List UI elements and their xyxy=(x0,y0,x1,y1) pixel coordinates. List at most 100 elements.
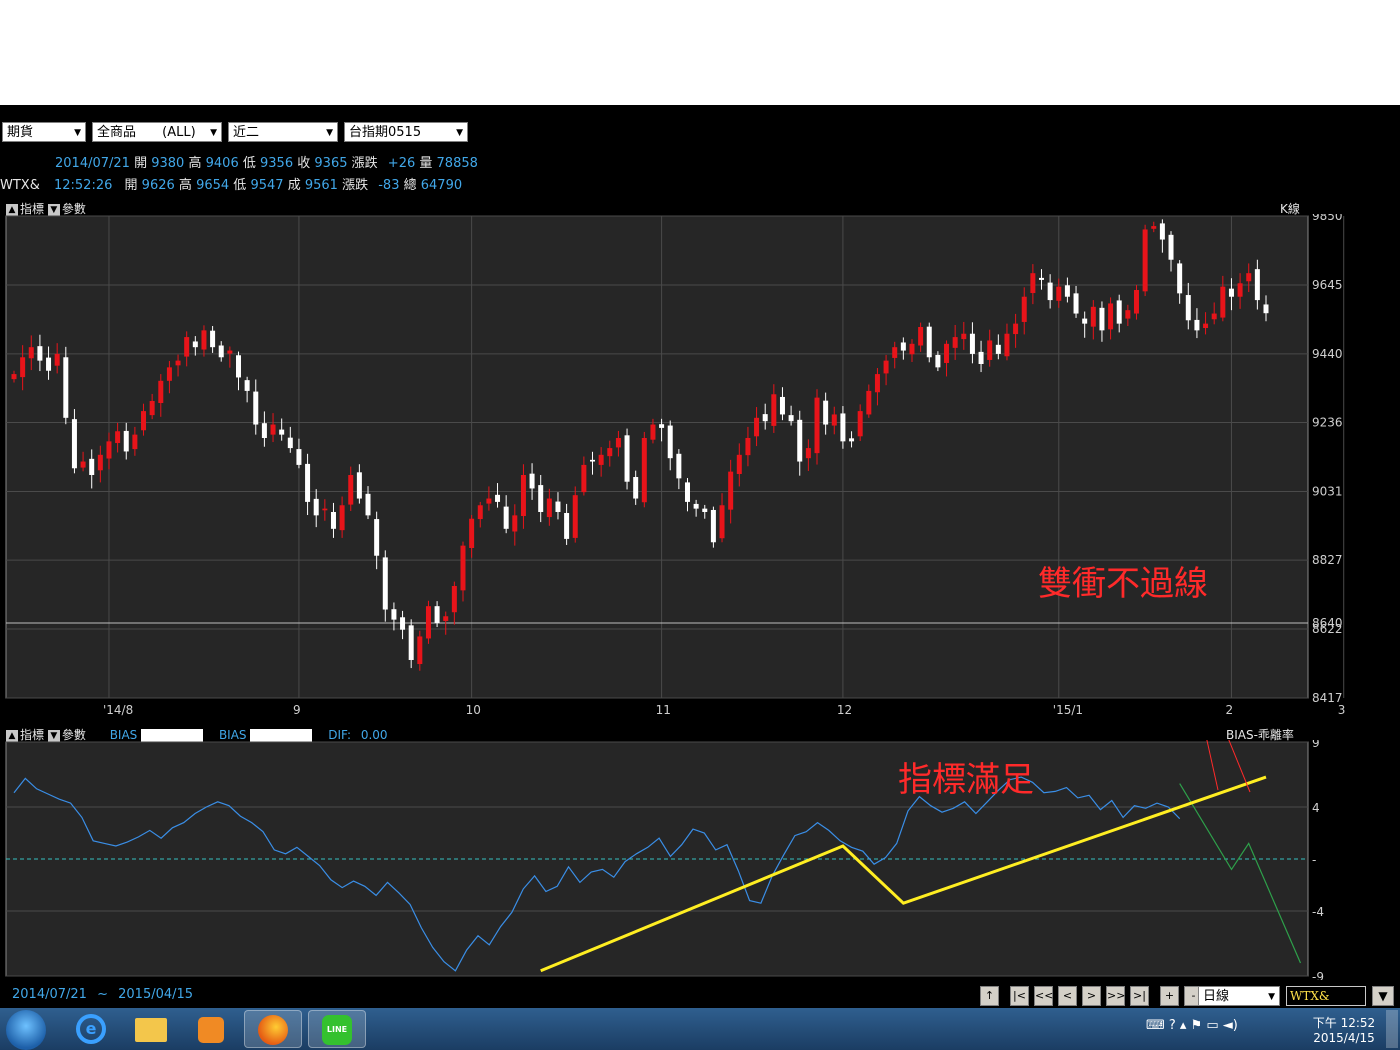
close-value: 9365 xyxy=(314,156,348,171)
candle-body xyxy=(71,419,77,469)
nav-button-5[interactable]: >> xyxy=(1106,986,1125,1006)
candle-body xyxy=(1237,283,1243,297)
kchart-ytick-label: 8622 xyxy=(1312,622,1343,636)
candle-body xyxy=(132,434,138,450)
nav-button-6[interactable]: >| xyxy=(1130,986,1149,1006)
candle-body xyxy=(1108,303,1114,330)
candle-body xyxy=(287,437,293,449)
candle-body xyxy=(719,505,725,539)
bias-ytick-label: -4 xyxy=(1312,905,1324,919)
candle-body xyxy=(374,519,380,556)
nav-button-1[interactable]: |< xyxy=(1010,986,1029,1006)
bias-ytick-label: 4 xyxy=(1312,801,1320,815)
candle-body xyxy=(20,357,26,378)
candle-body xyxy=(849,438,855,442)
candle-body xyxy=(667,425,673,459)
candle-body xyxy=(244,380,250,391)
candle-body xyxy=(296,449,302,465)
ie-icon[interactable]: e xyxy=(62,1010,120,1048)
candle-body xyxy=(486,498,492,504)
candle-body xyxy=(944,343,950,363)
show-desktop-button[interactable] xyxy=(1386,1010,1398,1048)
candle-body xyxy=(572,495,578,538)
nav-button-2[interactable]: << xyxy=(1034,986,1053,1006)
candle-body xyxy=(495,494,501,502)
nav-button-4[interactable]: > xyxy=(1082,986,1101,1006)
product-group-value: 全商品 xyxy=(97,125,137,140)
bias-ytick-label: 9 xyxy=(1312,740,1320,750)
candle-body xyxy=(771,394,777,426)
nav-button-7[interactable]: + xyxy=(1160,986,1179,1006)
candle-body xyxy=(451,585,457,613)
candle-body xyxy=(1246,273,1252,282)
total-label: 總 xyxy=(403,178,417,193)
symbol-input[interactable]: WTX& xyxy=(1286,986,1366,1006)
candle-body xyxy=(11,374,17,380)
chevron-down-icon: ▼ xyxy=(74,128,81,138)
candle-body xyxy=(659,424,665,428)
candle-body xyxy=(788,415,794,422)
clock[interactable]: 下午 12:52 2015/4/15 xyxy=(1312,1014,1376,1045)
candle-body xyxy=(149,400,155,416)
candle-body xyxy=(900,342,906,351)
candle-body xyxy=(348,474,354,505)
candle-body xyxy=(175,360,181,366)
candle-body xyxy=(1263,304,1269,314)
candle-body xyxy=(106,441,112,459)
nav-button-3[interactable]: < xyxy=(1058,986,1077,1006)
explorer-icon[interactable] xyxy=(122,1010,180,1048)
candle-body xyxy=(676,453,682,479)
contract-select[interactable]: 台指期0515 ▼ xyxy=(344,122,468,142)
market-select[interactable]: 期貨 ▼ xyxy=(2,122,86,142)
range-end: 2015/04/15 xyxy=(118,987,194,1002)
candle-body xyxy=(1125,310,1131,319)
indicator-annotation: 指標滿足 xyxy=(898,760,1034,800)
candle-body xyxy=(728,471,734,510)
month-select[interactable]: 近二 ▼ xyxy=(228,122,338,142)
candle-body xyxy=(710,509,716,543)
start-orb-icon[interactable] xyxy=(6,1010,46,1050)
period-select[interactable]: 日線 ▼ xyxy=(1198,986,1280,1006)
media-player-icon[interactable] xyxy=(182,1010,240,1048)
kchart-xtick-label: 9 xyxy=(293,703,301,717)
tray-icons[interactable]: ⌨ ? ▴ ⚑ ▭ ◄) xyxy=(1146,1018,1238,1033)
candle-body xyxy=(831,414,837,426)
candle-body xyxy=(969,333,975,354)
candle-body xyxy=(391,609,397,620)
candle-body xyxy=(512,515,518,532)
candle-body xyxy=(555,501,561,512)
candle-body xyxy=(529,473,535,489)
kchart-xtick-label: 11 xyxy=(656,703,671,717)
kchart-xtick-label: 10 xyxy=(466,703,481,717)
change-label: 漲跌 xyxy=(342,178,369,193)
quote-row-daily: 2014/07/21 開 9380 高 9406 低 9356 收 9365 漲… xyxy=(55,152,478,171)
clock-date: 2015/4/15 xyxy=(1313,1031,1375,1045)
kchart-xtick-label: '14/8 xyxy=(103,703,133,717)
last-label: 成 xyxy=(287,178,301,193)
candle-body xyxy=(1090,306,1096,327)
candle-body xyxy=(909,343,915,355)
last-value: 9561 xyxy=(304,178,338,193)
nav-button-0[interactable]: ↑ xyxy=(980,986,999,1006)
quote-time: 12:52:26 xyxy=(53,178,113,193)
candle-body xyxy=(633,477,639,499)
candle-body xyxy=(926,326,932,358)
candle-body xyxy=(883,360,889,374)
change-value: -83 xyxy=(378,178,400,193)
candle-body xyxy=(141,411,147,431)
candle-body xyxy=(313,498,319,516)
bias-ytick-label: - xyxy=(1312,853,1316,867)
firefox-icon[interactable] xyxy=(244,1010,302,1048)
product-select[interactable]: 全商品 (ALL) ▼ xyxy=(92,122,222,142)
kchart-ytick-label: 9031 xyxy=(1312,484,1343,498)
low-label: 低 xyxy=(233,178,247,193)
product-filter-value: (ALL) xyxy=(162,125,196,140)
line-icon[interactable]: LINE xyxy=(308,1010,366,1048)
dropdown-arrow-icon[interactable]: ▼ xyxy=(1372,986,1394,1006)
candle-body xyxy=(382,557,388,610)
candle-body xyxy=(857,411,863,437)
contract-select-value: 台指期0515 xyxy=(349,125,422,140)
kchart-xtick-label: 12 xyxy=(837,703,852,717)
kchart-ytick-label: 9645 xyxy=(1312,278,1343,292)
close-label: 收 xyxy=(297,156,311,171)
